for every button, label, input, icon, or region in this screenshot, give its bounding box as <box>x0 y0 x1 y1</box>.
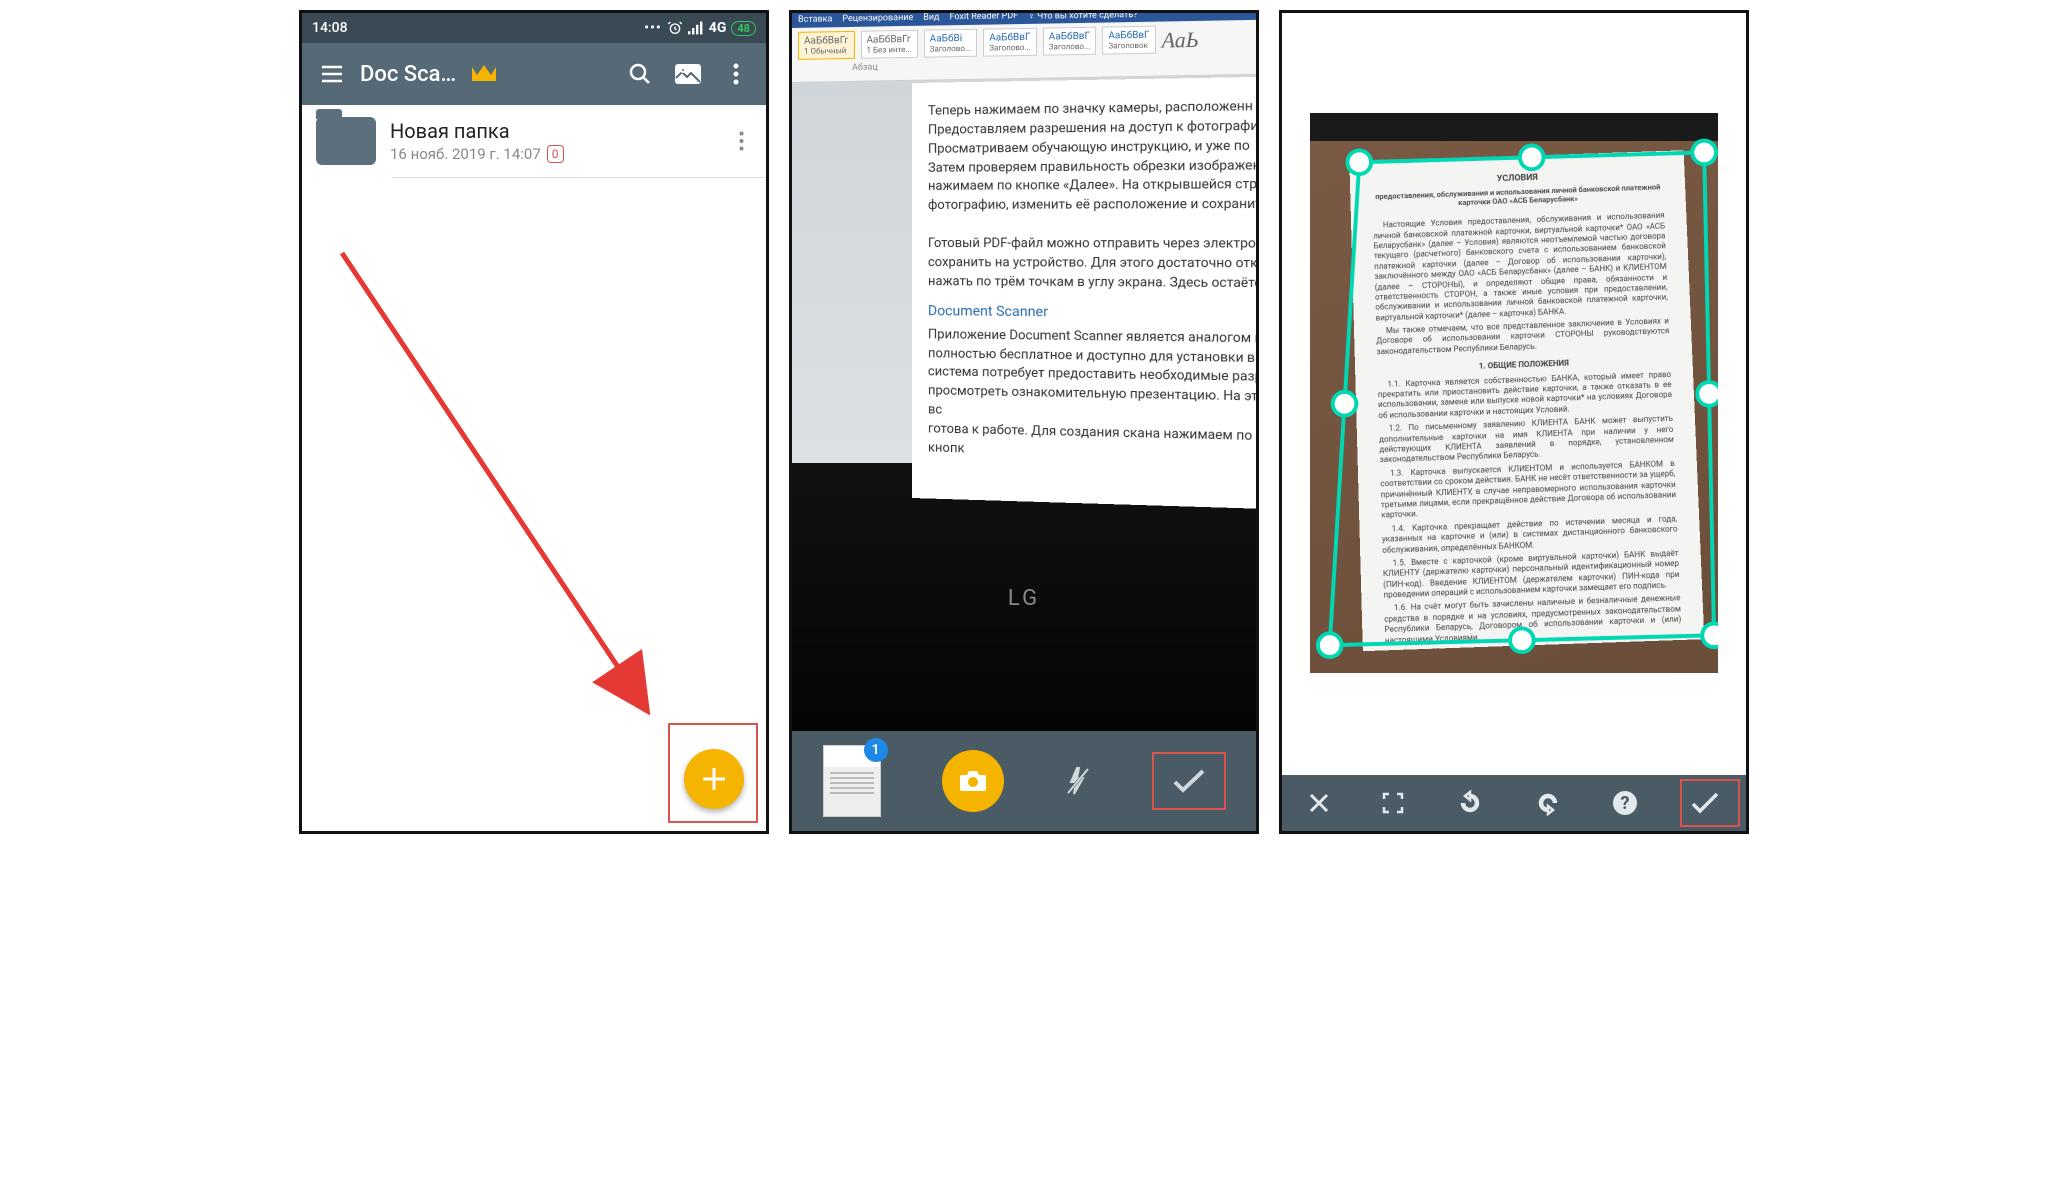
signal-icon <box>688 21 704 35</box>
divider <box>392 177 766 178</box>
battery-indicator: 48 <box>731 21 756 36</box>
app-title: Doc Sca… <box>360 62 456 87</box>
folder-meta: 16 нояб. 2019 г. 14:07 0 <box>390 145 717 163</box>
camera-viewfinder: Вставка Рецензирование Вид Foxit Reader … <box>792 13 1256 831</box>
rotate-left-button[interactable] <box>1457 790 1483 816</box>
annotation-arrow <box>332 243 672 723</box>
svg-text:?: ? <box>1621 793 1630 814</box>
gallery-button[interactable] <box>668 54 708 94</box>
help-button[interactable]: ? <box>1612 790 1638 816</box>
folder-icon <box>316 117 376 165</box>
status-bar: 14:08 4G 48 <box>302 13 766 43</box>
screenshot-3-crop-editor: УСЛОВИЯ предоставления, обслуживания и и… <box>1279 10 1749 834</box>
annotation-highlight-box <box>1152 752 1226 810</box>
rotate-right-button[interactable] <box>1535 790 1561 816</box>
ms-word-ribbon: Вставка Рецензирование Вид Foxit Reader … <box>792 10 1256 83</box>
fab-add-button[interactable] <box>684 749 744 809</box>
close-button[interactable] <box>1308 792 1330 814</box>
expand-crop-button[interactable] <box>1381 791 1405 815</box>
flash-toggle-button[interactable] <box>1065 766 1091 796</box>
folder-list-item[interactable]: Новая папка 16 нояб. 2019 г. 14:07 0 <box>302 105 766 177</box>
overflow-menu-button[interactable] <box>716 54 756 94</box>
capture-thumbnail[interactable]: 1 <box>823 745 881 817</box>
folder-more-button[interactable] <box>731 131 752 151</box>
status-dots-icon <box>644 20 662 36</box>
editor-canvas-area: УСЛОВИЯ предоставления, обслуживания и и… <box>1282 13 1746 775</box>
photo-with-crop[interactable]: УСЛОВИЯ предоставления, обслуживания и и… <box>1310 113 1718 673</box>
captured-document-text: Теперь нажимаем по значку камеры, распол… <box>912 76 1259 510</box>
scanned-paper-content: УСЛОВИЯ предоставления, обслуживания и и… <box>1349 150 1704 651</box>
shutter-button[interactable] <box>942 750 1004 812</box>
status-time: 14:08 <box>312 20 348 36</box>
screenshot-1-docscanner-home: 14:08 4G 48 Doc Sca… <box>299 10 769 834</box>
alarm-icon <box>667 20 683 36</box>
network-label: 4G <box>709 20 727 36</box>
crop-editor-toolbar: ? <box>1282 775 1746 831</box>
app-toolbar: Doc Sca… <box>302 43 766 105</box>
confirm-check-button[interactable] <box>1172 768 1206 794</box>
camera-bottom-bar: 1 <box>792 731 1256 831</box>
search-button[interactable] <box>620 54 660 94</box>
annotation-highlight-box <box>1680 779 1740 827</box>
premium-crown-icon[interactable] <box>464 54 504 94</box>
folder-count-badge: 0 <box>547 145 564 163</box>
screenshot-2-camera-capture: Вставка Рецензирование Вид Foxit Reader … <box>789 10 1259 834</box>
thumbnail-count-badge: 1 <box>864 738 888 762</box>
monitor-brand-label: LG <box>1008 586 1040 611</box>
folder-name: Новая папка <box>390 119 717 143</box>
menu-button[interactable] <box>312 54 352 94</box>
